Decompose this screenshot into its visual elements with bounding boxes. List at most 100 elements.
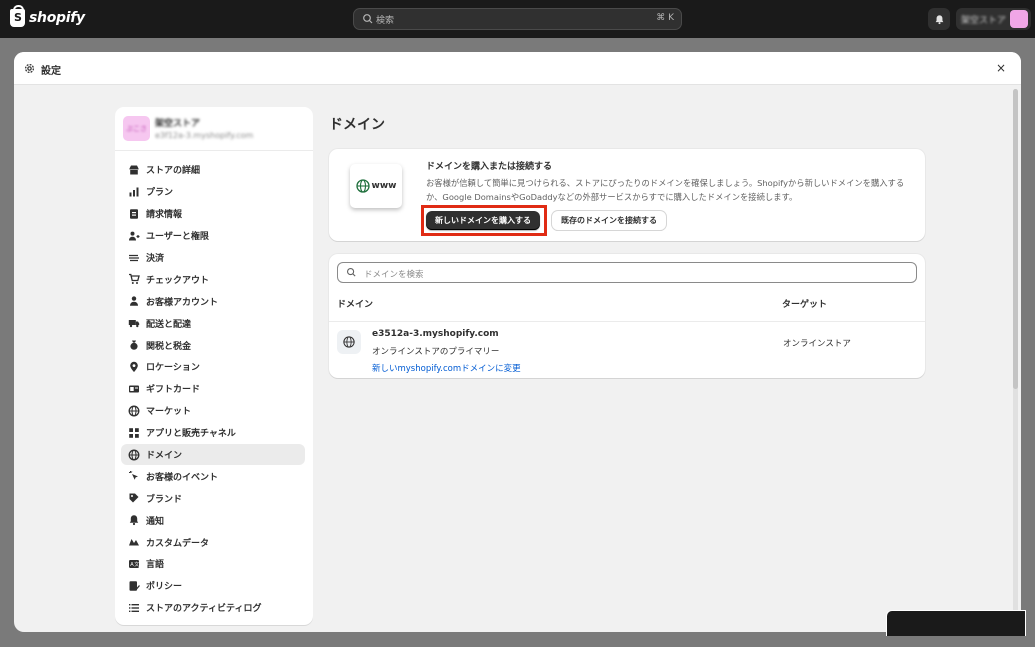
top-bar: shopify 検索 ⌘ K 架空ストア xyxy=(0,0,1035,38)
settings-sidebar: ぷこさ 架空ストア e3f12a-3.myshopify.com ストアの詳細プ… xyxy=(115,107,313,625)
domain-subtitle: オンラインストアのプライマリー xyxy=(372,347,500,357)
sidebar-item-label: お客様のイベント xyxy=(146,472,219,483)
domain-search-placeholder: ドメインを検索 xyxy=(364,270,424,280)
sidebar-item-plan[interactable]: プラン xyxy=(121,181,305,203)
gift-card-icon xyxy=(128,383,140,395)
sidebar-item-activity-log[interactable]: ストアのアクティビティログ xyxy=(121,597,305,619)
modal-header: 設定 × xyxy=(14,52,1021,85)
avatar xyxy=(1010,10,1028,28)
sidebar-item-billing[interactable]: 請求情報 xyxy=(121,203,305,225)
apps-icon xyxy=(128,427,140,439)
sidebar-item-label: 通知 xyxy=(146,516,165,527)
sidebar-item-checkout[interactable]: チェックアウト xyxy=(121,268,305,290)
sidebar-item-markets[interactable]: マーケット xyxy=(121,400,305,422)
sidebar-item-customer-events[interactable]: お客様のイベント xyxy=(121,465,305,487)
sidebar-item-label: ブランド xyxy=(146,494,183,505)
sidebar-item-payments[interactable]: 決済 xyxy=(121,247,305,269)
sidebar-item-policies[interactable]: ポリシー xyxy=(121,575,305,597)
sidebar-item-label: マーケット xyxy=(146,407,192,418)
search-shortcut: ⌘ K xyxy=(656,13,674,23)
store-avatar-text: ぷこさ xyxy=(126,124,147,133)
sidebar-item-users[interactable]: ユーザーと権限 xyxy=(121,225,305,247)
domain-name[interactable]: e3512a-3.myshopify.com xyxy=(372,329,499,339)
users-icon xyxy=(128,230,140,242)
scrollbar[interactable] xyxy=(1013,89,1018,629)
bell-icon xyxy=(128,514,140,526)
divider xyxy=(329,321,925,322)
sidebar-item-label: 配送と配達 xyxy=(146,319,192,330)
cart-icon xyxy=(128,273,140,285)
search-placeholder: 検索 xyxy=(376,16,395,26)
domain-target: オンラインストア xyxy=(783,339,851,349)
sidebar-item-label: プラン xyxy=(146,188,174,199)
store-url: e3f12a-3.myshopify.com xyxy=(155,131,254,140)
domain-search-input[interactable]: ドメインを検索 xyxy=(337,262,917,283)
domains-list-card: ドメインを検索 ドメイン ターゲット e3512a-3.myshopify.co… xyxy=(329,254,925,378)
column-header-target: ターゲット xyxy=(782,300,828,310)
sidebar-item-label: チェックアウト xyxy=(146,275,210,286)
buy-card-title: ドメインを購入または接続する xyxy=(426,162,553,172)
sidebar-item-label: 決済 xyxy=(146,254,165,264)
change-myshopify-domain-link[interactable]: 新しいmyshopify.comドメインに変更 xyxy=(372,362,521,374)
sidebar-item-customer-accounts[interactable]: お客様アカウント xyxy=(121,290,305,312)
global-search-input[interactable]: 検索 ⌘ K xyxy=(353,8,682,30)
page-title: ドメイン xyxy=(329,117,385,133)
scrollbar-thumb[interactable] xyxy=(1013,89,1018,389)
www-text: www xyxy=(371,181,397,191)
custom-data-icon xyxy=(128,536,140,548)
close-button[interactable]: × xyxy=(996,61,1006,75)
www-badge: www xyxy=(350,164,402,208)
sidebar-item-label: ドメイン xyxy=(146,451,183,462)
corner-panel xyxy=(886,610,1026,636)
globe-icon xyxy=(355,179,370,193)
sidebar-item-brand[interactable]: ブランド xyxy=(121,487,305,509)
sidebar-item-custom-data[interactable]: カスタムデータ xyxy=(121,531,305,553)
sidebar-item-taxes[interactable]: 関税と税金 xyxy=(121,334,305,356)
globe-icon xyxy=(128,405,140,417)
sidebar-item-label: ポリシー xyxy=(146,582,183,593)
search-icon xyxy=(347,268,356,277)
globe-icon xyxy=(343,336,355,348)
sidebar-item-apps[interactable]: アプリと販売チャネル xyxy=(121,422,305,444)
sidebar-item-gift-cards[interactable]: ギフトカード xyxy=(121,378,305,400)
sidebar-item-label: お客様アカウント xyxy=(146,297,219,308)
sidebar-item-label: カスタムデータ xyxy=(146,538,210,549)
sidebar-item-label: ユーザーと権限 xyxy=(146,232,209,243)
store-name: 架空ストア xyxy=(155,119,201,129)
sidebar-item-notifications[interactable]: 通知 xyxy=(121,509,305,531)
logo-text: shopify xyxy=(29,10,85,26)
truck-icon xyxy=(128,317,140,329)
store-avatar: ぷこさ xyxy=(123,116,150,141)
account-menu-button[interactable]: 架空ストア xyxy=(956,8,1031,30)
person-icon xyxy=(128,295,140,307)
sidebar-item-label: ストアのアクティビティログ xyxy=(146,604,262,615)
globe-icon xyxy=(128,449,140,461)
location-pin-icon xyxy=(128,361,140,373)
sidebar-item-label: ロケーション xyxy=(146,363,200,374)
sidebar-item-shipping[interactable]: 配送と配達 xyxy=(121,312,305,334)
shopify-logo[interactable]: shopify xyxy=(10,5,85,27)
sidebar-item-languages[interactable]: A 文言語 xyxy=(121,553,305,575)
notifications-button[interactable] xyxy=(928,8,950,30)
store-header[interactable]: ぷこさ 架空ストア e3f12a-3.myshopify.com xyxy=(115,107,313,151)
settings-nav: ストアの詳細 プラン請求情報ユーザーと権限 決済チェックアウト お客様アカウント 配送と… xyxy=(121,159,305,619)
buy-domain-card: www ドメインを購入または接続する お客様が信頼して簡単に見つけられる、ストア… xyxy=(329,149,925,241)
activity-list-icon xyxy=(128,602,140,614)
shopify-bag-icon xyxy=(10,5,25,27)
sidebar-item-store-details[interactable]: ストアの詳細 xyxy=(121,159,305,181)
payments-icon xyxy=(128,252,140,264)
sidebar-item-label: ストアの詳細 xyxy=(146,166,201,177)
svg-text:文: 文 xyxy=(134,561,139,568)
brand-icon xyxy=(128,492,140,504)
settings-modal: 設定 × ぷこさ 架空ストア e3f12a-3.myshopify.com スト… xyxy=(14,52,1021,632)
column-header-domain: ドメイン xyxy=(337,300,374,310)
search-icon xyxy=(363,14,373,24)
sidebar-item-label: 請求情報 xyxy=(146,210,183,221)
bell-icon xyxy=(935,14,943,24)
sidebar-item-locations[interactable]: ロケーション xyxy=(121,356,305,378)
policy-icon xyxy=(128,580,140,592)
modal-title: 設定 xyxy=(41,66,61,77)
sidebar-item-domains[interactable]: ドメイン xyxy=(121,443,305,466)
connect-existing-domain-button[interactable]: 既存のドメインを接続する xyxy=(552,211,666,230)
buy-new-domain-button[interactable]: 新しいドメインを購入する xyxy=(426,211,540,230)
